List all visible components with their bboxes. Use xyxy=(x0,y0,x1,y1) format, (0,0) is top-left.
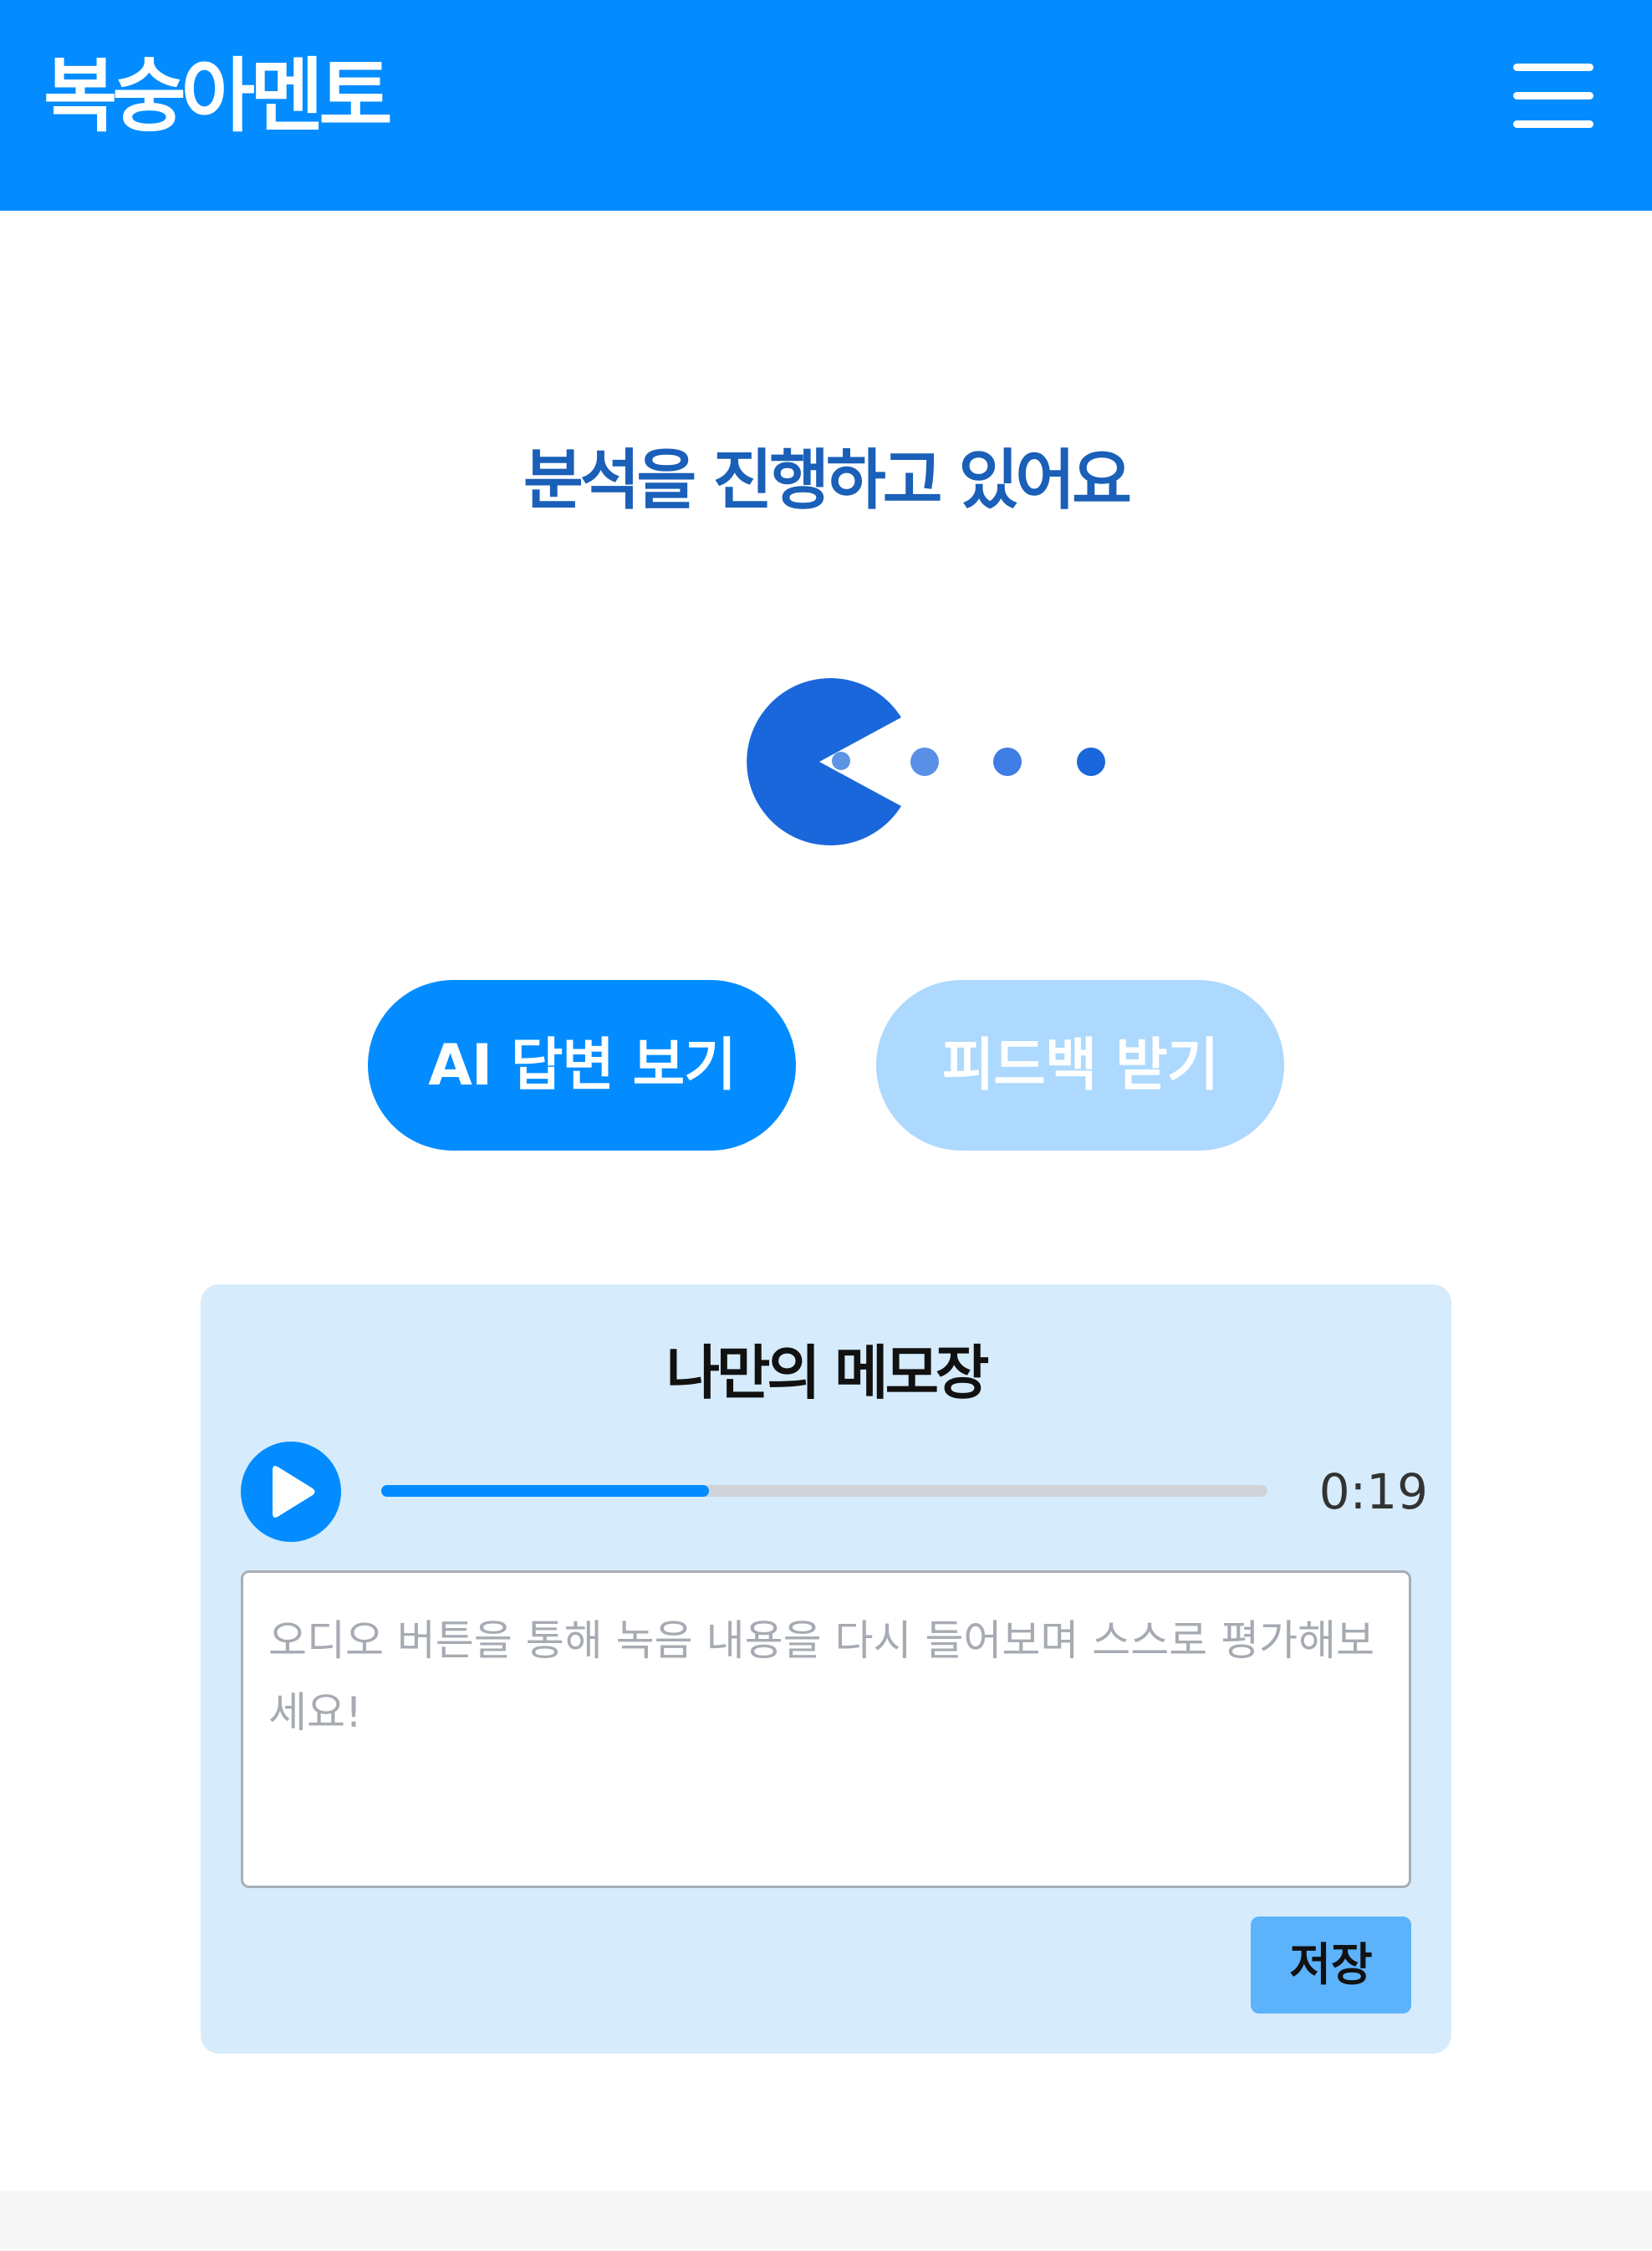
play-button[interactable] xyxy=(241,1442,341,1542)
save-button[interactable]: 저장 xyxy=(1251,1917,1411,2014)
memo-title: 나만의 메모장 xyxy=(665,1339,990,1407)
feedback-button[interactable]: 피드백 받기 xyxy=(876,980,1284,1151)
app-header: 복숭아멘토 xyxy=(0,0,1652,211)
pacman-loading-icon xyxy=(747,678,1105,845)
play-icon xyxy=(273,1466,315,1518)
loading-dot-1 xyxy=(910,748,939,776)
pacman-shape xyxy=(747,678,901,845)
hamburger-menu-icon[interactable] xyxy=(1512,60,1595,132)
memo-textarea[interactable] xyxy=(241,1570,1411,1888)
memo-card: 나만의 메모장 0:19 저장 xyxy=(201,1284,1451,2054)
audio-progress-fill xyxy=(381,1485,710,1497)
audio-time: 0:19 xyxy=(1318,1463,1428,1520)
menu-bar-top xyxy=(1513,64,1593,71)
page: 복숭아멘토 분석을 진행하고 있어요 AI 답변 보기 피드백 받기 나만의 메… xyxy=(0,0,1652,2251)
app-title: 복숭아멘토 xyxy=(43,49,393,143)
bottom-strip xyxy=(0,2191,1652,2251)
menu-bar-bottom xyxy=(1513,120,1593,128)
ai-answer-button[interactable]: AI 답변 보기 xyxy=(368,980,796,1151)
loading-dot-3 xyxy=(1077,748,1105,776)
pacman-eye xyxy=(832,752,850,770)
audio-progress-bar[interactable] xyxy=(381,1485,1267,1497)
loading-dot-2 xyxy=(993,748,1022,776)
analysis-status-title: 분석을 진행하고 있어요 xyxy=(523,443,1132,518)
menu-bar-middle xyxy=(1513,92,1593,100)
